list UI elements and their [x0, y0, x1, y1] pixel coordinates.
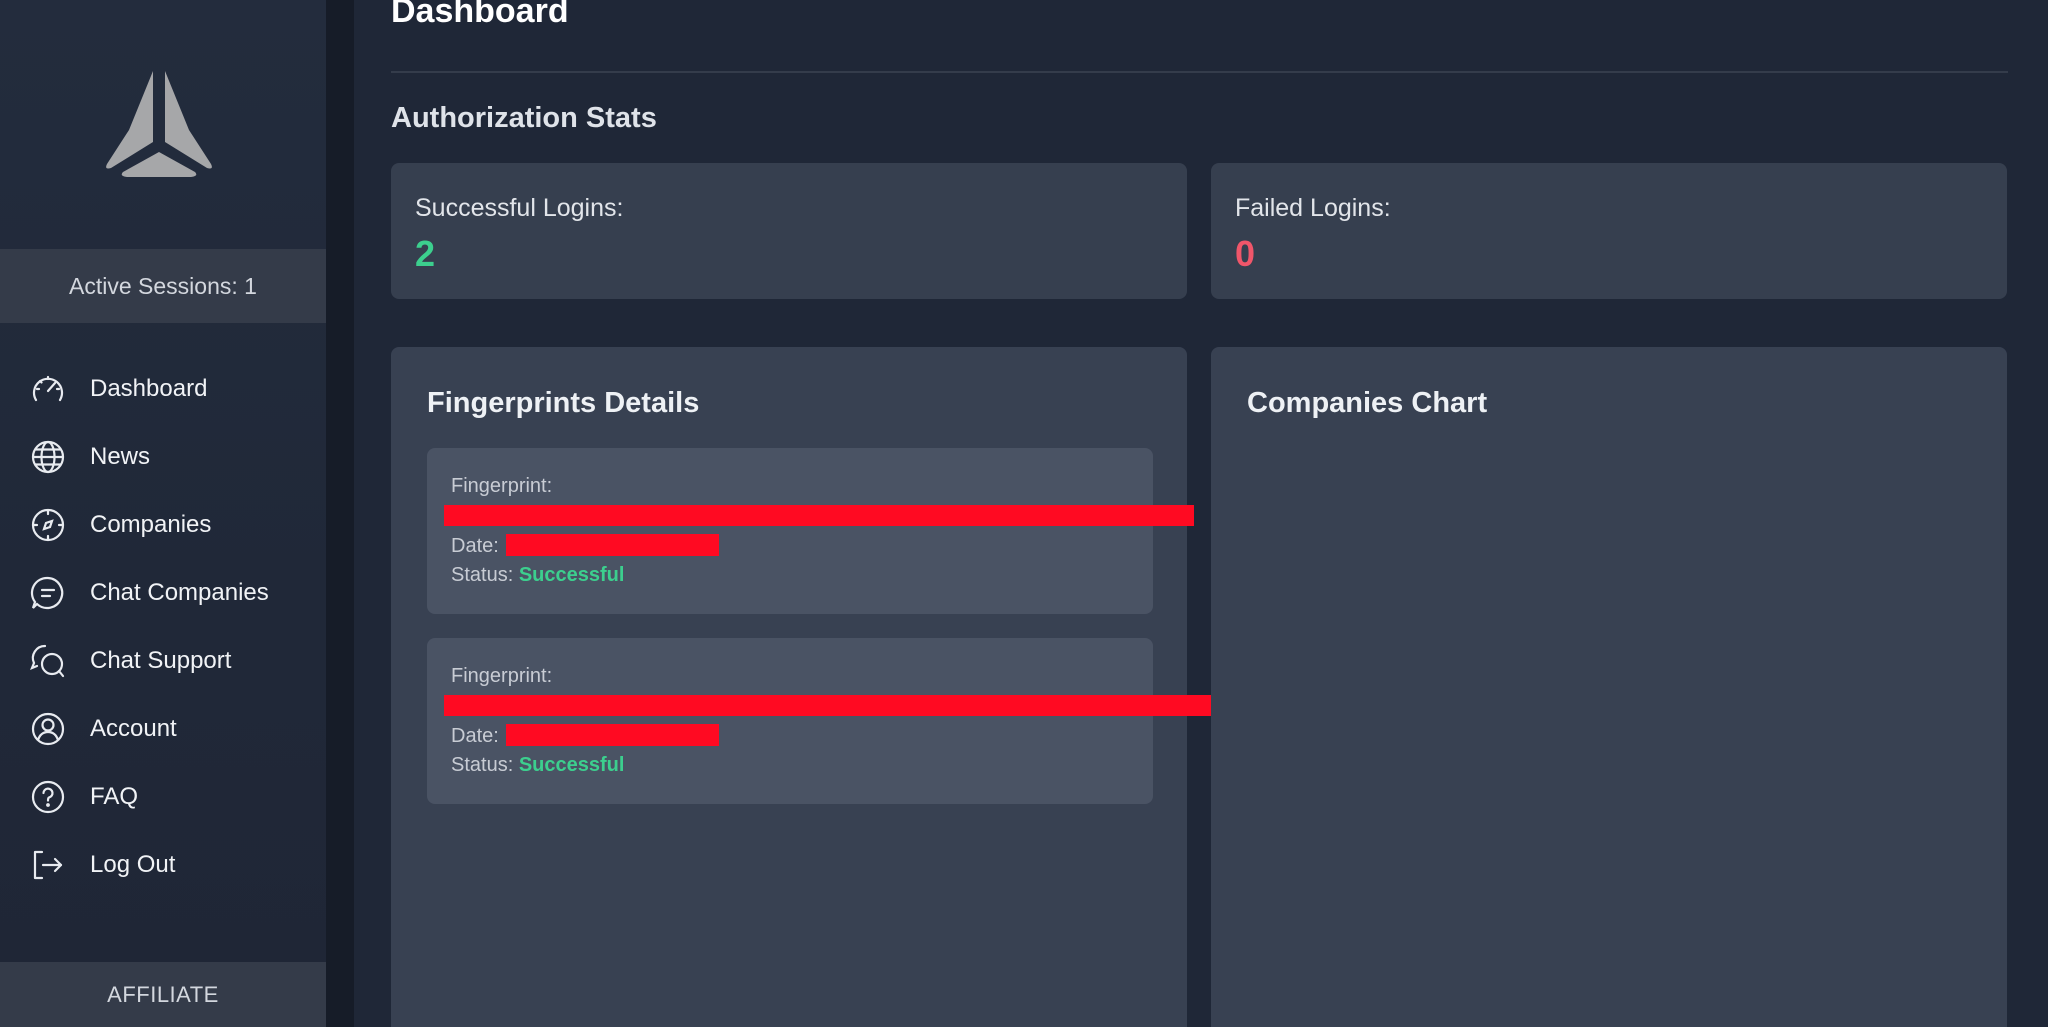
sidebar-item-news[interactable]: News [0, 423, 326, 491]
failed-logins-value: 0 [1235, 233, 1256, 274]
companies-chart-panel: Companies Chart [1211, 347, 2007, 1027]
date-label: Date: [451, 725, 499, 747]
sidebar-item-label: Log Out [90, 851, 176, 878]
sidebar-divider [326, 0, 354, 1027]
sidebar-item-label: FAQ [90, 783, 139, 810]
date-label: Date: [451, 535, 499, 557]
sidebar-item-chat-companies[interactable]: Chat Companies [0, 559, 326, 627]
date-redaction [506, 534, 719, 556]
sidebar-item-account[interactable]: Account [0, 695, 326, 763]
sidebar-item-label: Dashboard [90, 375, 208, 402]
successful-logins-value: 2 [415, 233, 436, 274]
globe-icon [27, 437, 68, 478]
page-title: Dashboard [391, 0, 569, 30]
chat-bubble-icon [27, 573, 68, 614]
failed-logins-label: Failed Logins: [1235, 194, 1391, 222]
fingerprints-panel: Fingerprints Details Fingerprint: Date: … [391, 347, 1211, 1027]
support-chat-icon [27, 641, 68, 682]
status-line: Status: Successful [451, 564, 624, 587]
sidebar-item-label: News [90, 443, 151, 470]
fingerprint-entry: Fingerprint: Date: Status: Successful [427, 638, 1211, 804]
sidebar-item-companies[interactable]: Companies [0, 491, 326, 559]
sidebar-item-label: Account [90, 715, 177, 742]
date-redaction [506, 724, 719, 746]
companies-chart-area [1247, 447, 1971, 1007]
fingerprint-redaction [444, 695, 1211, 716]
fingerprint-label: Fingerprint: [451, 475, 553, 497]
sidebar-item-label: Companies [90, 511, 212, 538]
fingerprint-redaction [444, 505, 1194, 526]
speedometer-icon [27, 369, 68, 410]
logo-icon [106, 71, 212, 177]
active-sessions-indicator: Active Sessions: 1 [0, 249, 326, 323]
sidebar-item-dashboard[interactable]: Dashboard [0, 355, 326, 423]
fingerprints-heading: Fingerprints Details [427, 387, 700, 419]
sidebar-item-chat-support[interactable]: Chat Support [0, 627, 326, 695]
status-label: Status: [451, 564, 514, 586]
status-value: Successful [518, 564, 625, 586]
compass-icon [27, 505, 68, 546]
sidebar-item-logout[interactable]: Log Out [0, 831, 326, 899]
logout-icon [27, 845, 68, 886]
fingerprint-label: Fingerprint: [451, 665, 553, 687]
status-value: Successful [518, 754, 625, 776]
user-circle-icon [27, 709, 68, 750]
successful-logins-label: Successful Logins: [415, 194, 624, 222]
app-screen: Active Sessions: 1 Dashboard News Compan… [0, 0, 2048, 1027]
question-circle-icon [27, 777, 68, 818]
successful-logins-card: Successful Logins: 2 [391, 163, 1187, 299]
main-content: Dashboard Authorization Stats Successful… [354, 0, 2048, 1027]
authorization-stats-heading: Authorization Stats [391, 102, 657, 134]
sidebar-item-label: Chat Companies [90, 579, 269, 606]
title-divider [391, 71, 2008, 73]
sidebar-nav: Dashboard News Companies Chat Companies … [0, 355, 326, 899]
status-label: Status: [451, 754, 514, 776]
sidebar: Active Sessions: 1 Dashboard News Compan… [0, 0, 326, 1027]
affiliate-button[interactable]: AFFILIATE [0, 962, 326, 1027]
status-line: Status: Successful [451, 754, 624, 777]
sidebar-item-faq[interactable]: FAQ [0, 763, 326, 831]
failed-logins-card: Failed Logins: 0 [1211, 163, 2007, 299]
brand-logo[interactable] [101, 68, 217, 178]
sidebar-item-label: Chat Support [90, 647, 232, 674]
fingerprint-entry: Fingerprint: Date: Status: Successful [427, 448, 1194, 614]
companies-chart-heading: Companies Chart [1247, 387, 1488, 419]
